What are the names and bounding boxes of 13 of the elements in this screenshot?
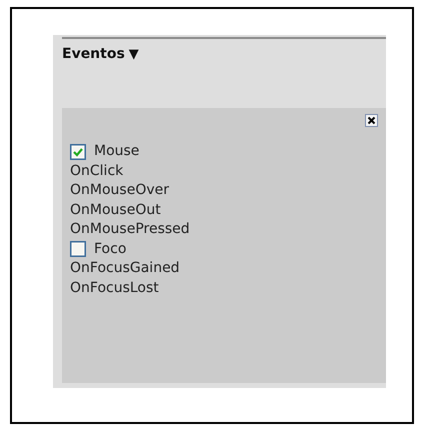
close-icon[interactable] (365, 114, 378, 127)
panel-title: Eventos (62, 46, 125, 62)
event-item[interactable]: OnMouseOver (70, 181, 169, 200)
event-item[interactable]: OnFocusGained (70, 259, 180, 278)
group-label: Foco (94, 240, 126, 258)
checkbox[interactable] (70, 144, 86, 160)
event-item[interactable]: OnClick (70, 162, 124, 181)
event-item[interactable]: OnMousePressed (70, 220, 190, 240)
event-item[interactable]: OnFocusLost (70, 278, 159, 298)
dropdown-caret[interactable]: ▼ (128, 46, 139, 62)
group-label: Mouse (94, 142, 140, 161)
checkbox[interactable] (70, 241, 86, 258)
event-item[interactable]: OnMouseOut (70, 200, 161, 220)
